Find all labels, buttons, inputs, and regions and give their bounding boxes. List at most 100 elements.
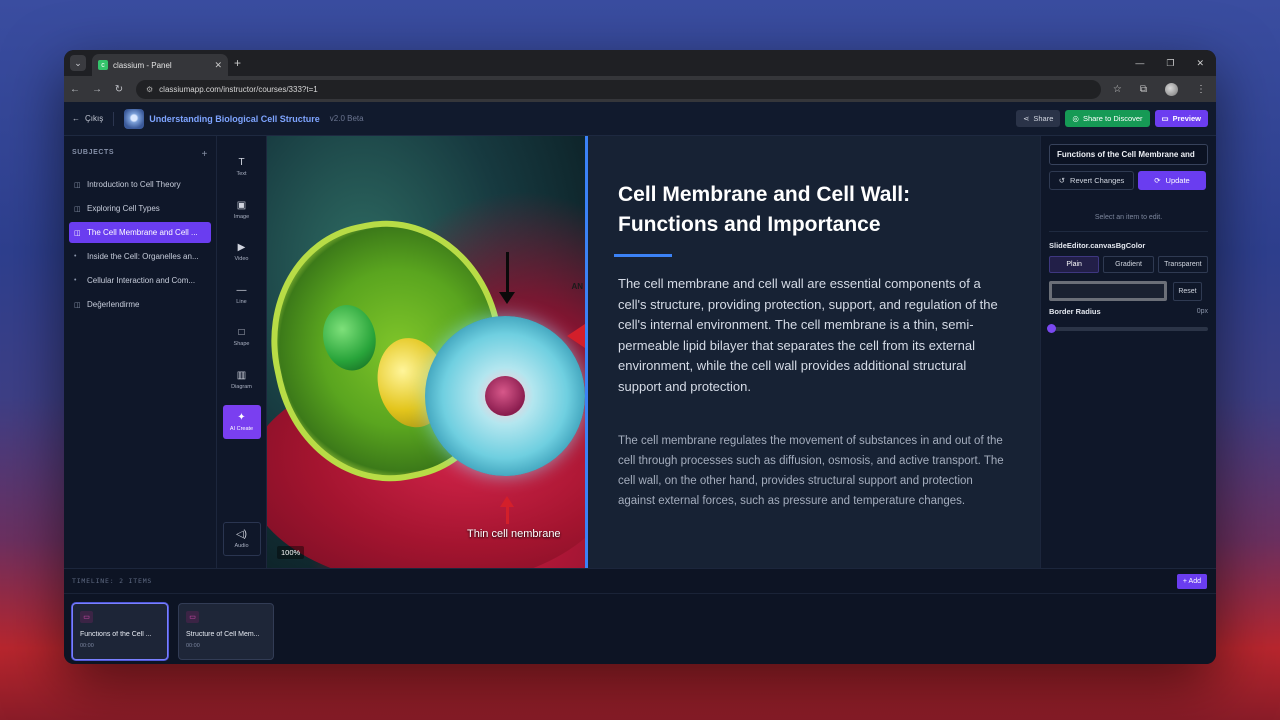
bg-plain-button[interactable]: Plain [1049, 256, 1100, 273]
book-icon: ◫ [74, 205, 81, 213]
slide-paragraph-2[interactable]: The cell membrane regulates the movement… [618, 431, 1010, 511]
bar-chart-icon: ▥ [236, 369, 247, 381]
timeline-card-time: 00:00 [186, 643, 200, 649]
sidebar-item-assessment[interactable]: ◫ Değerlendirme [69, 294, 211, 315]
bg-mode-selector: Plain Gradient Transparent [1049, 256, 1208, 273]
timeline-card[interactable]: ▭ Structure of Cell Mem... 00:00 [178, 603, 274, 660]
revert-changes-button[interactable]: ↺ Revert Changes [1049, 171, 1134, 190]
dot-icon: • [74, 253, 77, 260]
close-tab-icon[interactable]: ✕ [214, 60, 222, 71]
restore-icon[interactable]: ❐ [1166, 58, 1174, 69]
text-tool-button[interactable]: T Text [223, 150, 261, 184]
reset-color-button[interactable]: Reset [1173, 281, 1202, 301]
reload-icon[interactable]: ↻ [114, 84, 124, 95]
profile-avatar[interactable] [1165, 82, 1178, 96]
image-caption: Thin cell nembrane [467, 528, 561, 540]
update-label: Update [1165, 176, 1190, 185]
favicon-icon: c [98, 60, 108, 70]
subjects-header: SUBJECTS + [69, 146, 211, 174]
ai-create-button[interactable]: ✦ AI Create [222, 405, 261, 439]
new-tab-icon[interactable]: + [234, 56, 241, 70]
share-to-discover-button[interactable]: ◎ Share to Discover [1065, 110, 1150, 127]
refresh-icon: ⟳ [1154, 176, 1161, 185]
bookmark-star-icon[interactable]: ☆ [1113, 84, 1122, 95]
tool-label: Text [236, 171, 247, 177]
extensions-icon[interactable]: ⧉ [1140, 84, 1147, 95]
exit-button[interactable]: ← Çıkış [72, 114, 103, 123]
sidebar-item-label: Değerlendirme [87, 300, 140, 309]
sidebar-item-cell-theory[interactable]: ◫ Introduction to Cell Theory [69, 174, 211, 195]
sidebar-item-label: Exploring Cell Types [87, 204, 160, 213]
item-name-field[interactable]: Functions of the Cell Membrane and [1049, 144, 1208, 165]
slide-image[interactable]: AN Thin cell nembrane 100% [267, 136, 585, 568]
browser-tab[interactable]: c classium - Panel ✕ [92, 54, 228, 76]
window-controls: — ❐ ✕ [1135, 58, 1216, 69]
red-arrow [500, 496, 514, 524]
slider-knob[interactable] [1047, 324, 1056, 333]
square-icon: □ [238, 327, 245, 338]
update-button[interactable]: ⟳ Update [1138, 171, 1206, 190]
diagram-tool-button[interactable]: ▥ Diagram [223, 363, 261, 397]
timeline-card-title: Structure of Cell Mem... [186, 631, 260, 638]
properties-panel: Functions of the Cell Membrane and ↺ Rev… [1040, 136, 1216, 568]
minimize-icon[interactable]: — [1135, 58, 1144, 69]
tab-title: classium - Panel [113, 60, 172, 70]
site-info-icon[interactable]: ⚙ [146, 85, 153, 94]
sidebar-item-label: Introduction to Cell Theory [87, 180, 181, 189]
course-thumbnail [124, 108, 145, 129]
dot-icon: • [74, 277, 77, 284]
slide-icon: ▭ [80, 611, 93, 623]
border-radius-slider[interactable] [1047, 324, 1208, 333]
bg-transparent-button[interactable]: Transparent [1157, 256, 1208, 273]
browser-window: ⌄ c classium - Panel ✕ + — ❐ ✕ ← → ↻ ⚙ c… [64, 50, 1216, 664]
exit-label: Çıkış [85, 114, 104, 123]
editor-main: SUBJECTS + ◫ Introduction to Cell Theory… [64, 136, 1216, 568]
audio-tool-button[interactable]: ◁) Audio [222, 522, 261, 556]
bg-color-swatch[interactable] [1049, 281, 1167, 301]
sidebar-item-label: The Cell Membrane and Cell ... [87, 228, 198, 237]
green-organelle [317, 300, 382, 376]
slide-canvas[interactable]: AN Thin cell nembrane 100% Cell Membrane… [267, 136, 1040, 568]
line-tool-button[interactable]: — Line [223, 278, 261, 312]
bg-gradient-button[interactable]: Gradient [1103, 256, 1154, 273]
tool-label: Image [233, 213, 250, 220]
course-title[interactable]: Understanding Biological Cell Structure [149, 114, 320, 124]
video-tool-button[interactable]: ▶ Video [223, 235, 261, 269]
sparkles-icon: ✦ [237, 412, 246, 423]
border-radius-label: Border Radius [1049, 307, 1101, 316]
sidebar-item-cell-membrane[interactable]: ◫ The Cell Membrane and Cell ... [69, 222, 211, 243]
slide-text-block[interactable]: Cell Membrane and Cell Wall: Functions a… [588, 136, 1040, 568]
add-timeline-item-button[interactable]: + Add [1176, 573, 1207, 589]
browser-menu-icon[interactable]: ⋮ [1196, 84, 1206, 95]
timeline-panel: TIMELINE: 2 ITEMS + Add ▭ Functions of t… [64, 568, 1216, 664]
share-label: Share [1033, 114, 1054, 123]
back-arrow-icon[interactable]: ← [70, 84, 80, 95]
app-header: ← Çıkış Understanding Biological Cell St… [64, 102, 1216, 136]
tools-toolbar: T Text ▣ Image ▶ Video — Line □ Shape ▥ … [217, 136, 267, 568]
close-window-icon[interactable]: ✕ [1196, 58, 1204, 69]
shape-tool-button[interactable]: □ Shape [223, 320, 261, 354]
browser-tab-bar: ⌄ c classium - Panel ✕ + — ❐ ✕ [64, 50, 1216, 76]
tool-label: Shape [233, 341, 250, 347]
share-button[interactable]: ⋖ Share [1016, 110, 1061, 127]
url-field[interactable]: ⚙ classiumapp.com/instructor/courses/333… [136, 79, 1101, 99]
sidebar-item-organelles[interactable]: • Inside the Cell: Organelles an... [69, 246, 211, 267]
tab-search-icon[interactable]: ⌄ [70, 55, 86, 71]
forward-arrow-icon[interactable]: → [92, 84, 102, 95]
sidebar-item-cell-types[interactable]: ◫ Exploring Cell Types [69, 198, 211, 219]
subjects-heading: SUBJECTS [72, 149, 115, 156]
preview-label: Preview [1172, 114, 1201, 123]
image-icon: ▣ [236, 199, 247, 211]
slide-title[interactable]: Cell Membrane and Cell Wall: Functions a… [618, 180, 1010, 240]
sidebar-item-cellular-interaction[interactable]: • Cellular Interaction and Com... [69, 270, 211, 291]
speaker-icon: ◁) [235, 529, 248, 540]
book-icon: ◫ [74, 229, 81, 237]
canvas-bg-label: SlideEditor.canvasBgColor [1049, 241, 1146, 250]
slide-paragraph-1[interactable]: The cell membrane and cell wall are esse… [618, 274, 1010, 397]
timeline-card[interactable]: ▭ Functions of the Cell ... 00:00 [72, 603, 168, 660]
text-icon: T [238, 157, 245, 168]
image-tool-button[interactable]: ▣ Image [223, 193, 261, 227]
add-subject-icon[interactable]: + [202, 149, 208, 160]
preview-button[interactable]: ▭ Preview [1154, 110, 1208, 127]
book-icon: ◫ [74, 301, 81, 309]
